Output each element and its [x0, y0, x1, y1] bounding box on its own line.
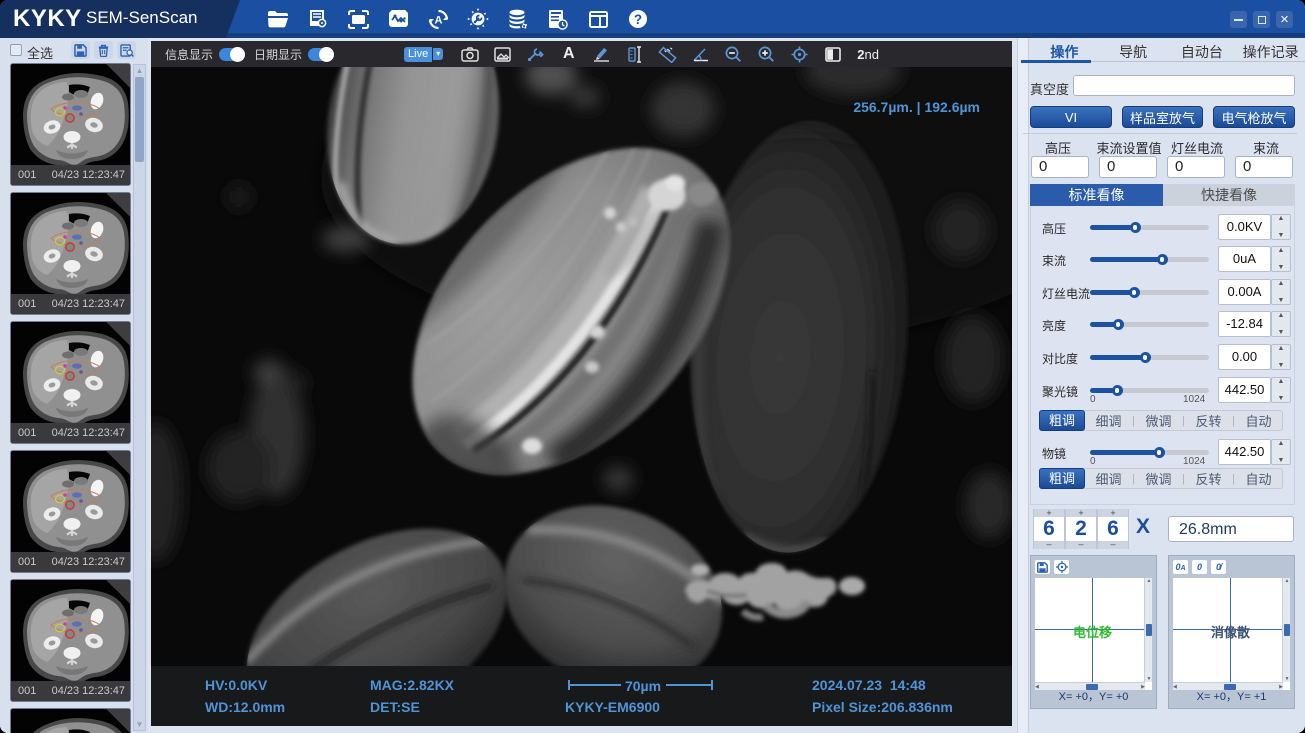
- svg-text:70µm: 70µm: [625, 679, 661, 694]
- svg-text:A: A: [434, 14, 442, 26]
- svg-text:?: ?: [634, 12, 642, 27]
